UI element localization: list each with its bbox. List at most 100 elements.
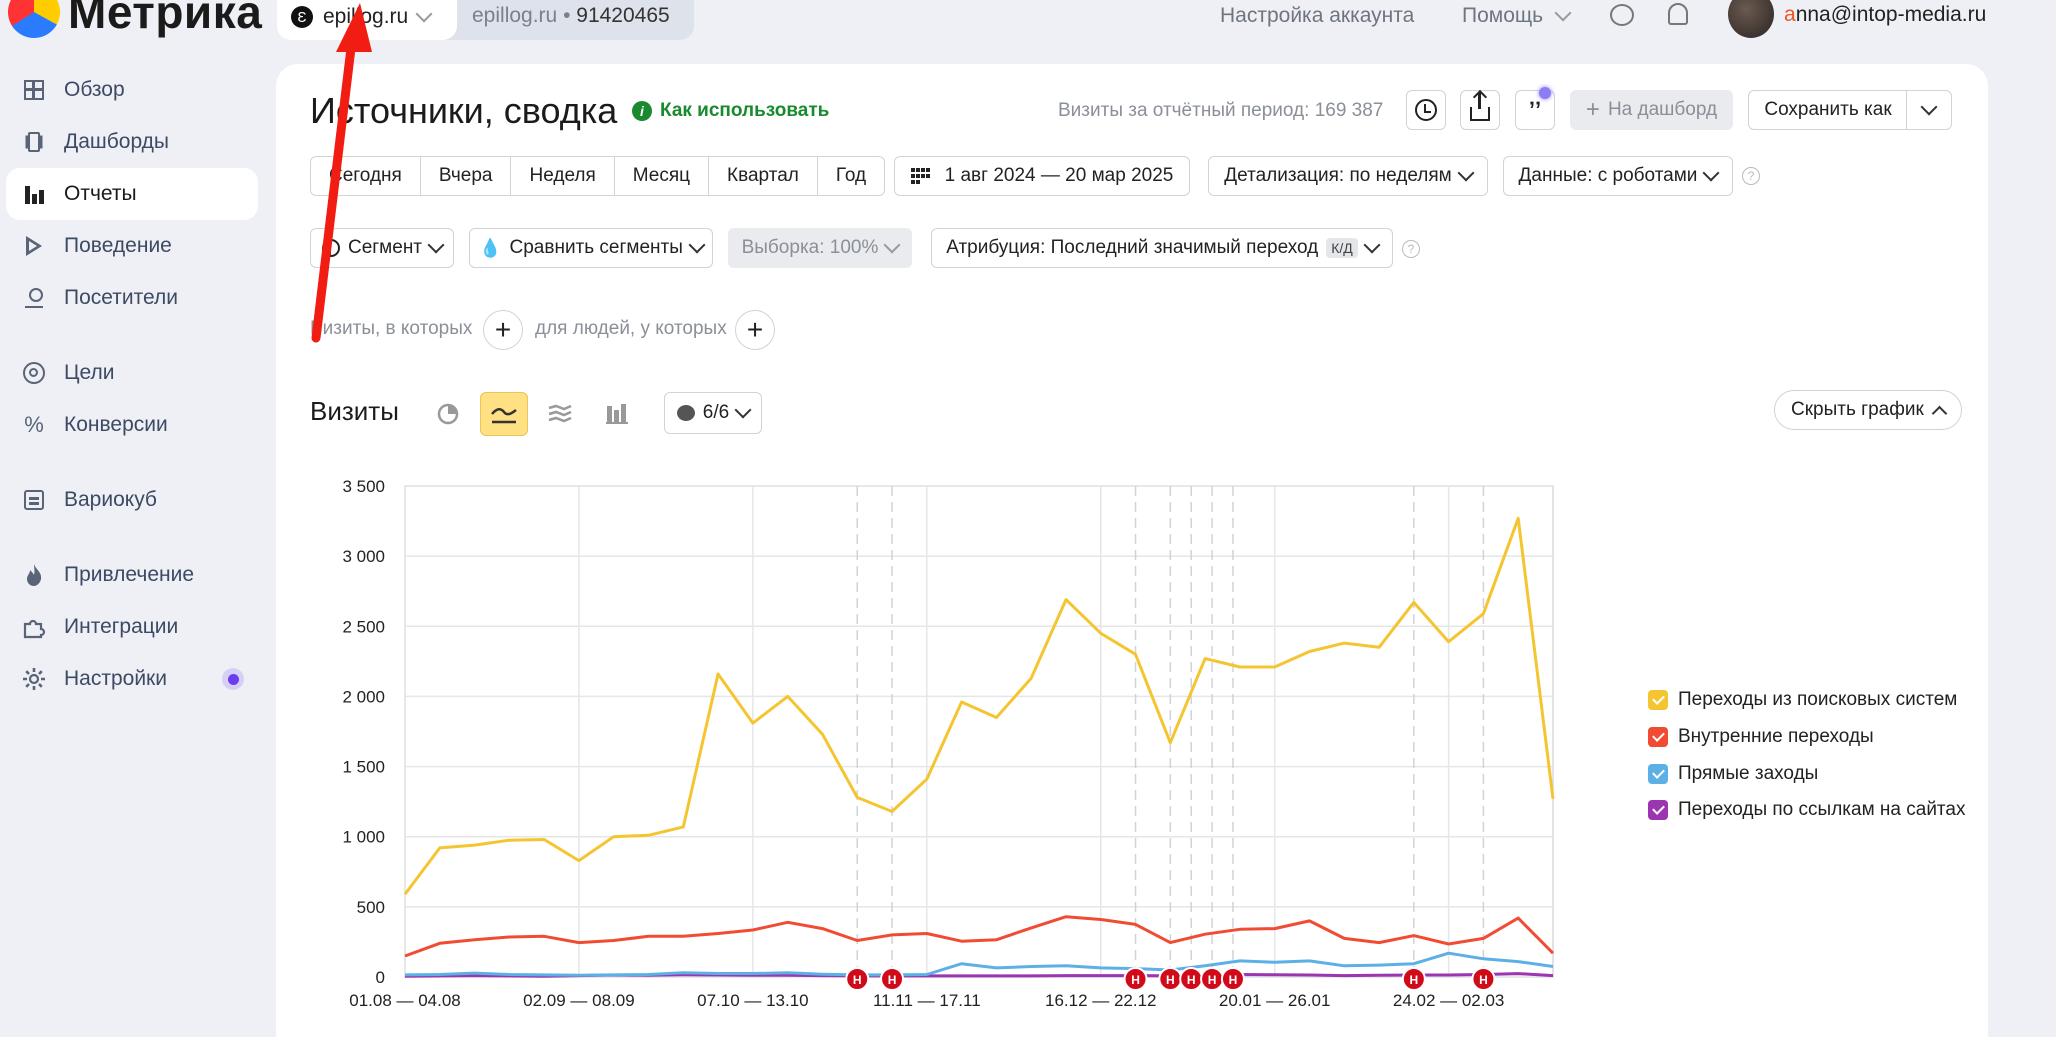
metrika-logo-icon: [8, 0, 60, 38]
sidebar-item-label: Настройки: [64, 667, 167, 690]
add-people-condition-button[interactable]: +: [735, 310, 775, 350]
sidebar-item-dashboards[interactable]: Дашборды: [6, 116, 258, 168]
account-settings-link[interactable]: Настройка аккаунта: [1220, 4, 1414, 28]
save-as-button[interactable]: Сохранить как: [1748, 90, 1908, 130]
add-to-dashboard-button[interactable]: + На дашборд: [1570, 90, 1733, 130]
bar-chart-view-button[interactable]: [593, 392, 641, 436]
sidebar-item-label: Цели: [64, 361, 115, 384]
attribution-badge: К/Д: [1326, 238, 1358, 258]
y-tick-label: 3 500: [342, 477, 385, 496]
person-icon: [25, 288, 43, 308]
period-month[interactable]: Месяц: [615, 157, 710, 195]
segment-icon: [321, 239, 340, 257]
export-button[interactable]: [1460, 90, 1500, 130]
sidebar-item-label: Дашборды: [64, 130, 169, 153]
x-tick-label: 02.09 — 08.09: [523, 991, 635, 1010]
x-tick-label: 20.01 — 26.01: [1219, 991, 1331, 1010]
legend-item-direct[interactable]: Прямые заходы: [1648, 755, 1966, 792]
sidebar-item-label: Конверсии: [64, 413, 168, 436]
legend-item-internal[interactable]: Внутренние переходы: [1648, 719, 1966, 756]
save-options-button[interactable]: [1906, 90, 1952, 130]
metrika-logo[interactable]: Метрика: [8, 0, 262, 38]
data-mode-dropdown[interactable]: Данные: с роботами: [1503, 156, 1733, 196]
series-line: [403, 516, 1555, 896]
annotation-marker-label: Н: [1166, 973, 1175, 987]
y-tick-label: 1 000: [342, 828, 385, 847]
sample-dropdown[interactable]: Выборка: 100%: [728, 228, 912, 268]
sidebar-item-conversions[interactable]: % Конверсии: [6, 399, 258, 451]
area-chart-view-button[interactable]: [536, 392, 584, 436]
checkbox-checked-icon: [1648, 763, 1668, 784]
attribution-dropdown[interactable]: Атрибуция: Последний значимый переход К/…: [931, 228, 1393, 268]
period-week[interactable]: Неделя: [511, 157, 615, 195]
user-email[interactable]: anna@intop-media.ru: [1784, 3, 1986, 27]
stacked-bar-icon: [606, 404, 628, 424]
series-line: [404, 915, 1555, 958]
period-year[interactable]: Год: [818, 157, 884, 195]
how-to-use-link[interactable]: i Как использовать: [632, 100, 829, 122]
hide-chart-button[interactable]: Скрыть график: [1774, 390, 1962, 430]
detail-label: Детализация: по неделям: [1224, 165, 1452, 186]
history-button[interactable]: [1406, 90, 1446, 130]
chevron-down-icon: [688, 236, 706, 254]
y-tick-label: 0: [376, 968, 385, 987]
avatar[interactable]: [1728, 0, 1774, 38]
sidebar-item-behavior[interactable]: Поведение: [6, 220, 258, 272]
counter-info[interactable]: epillog.ru • 91420465: [472, 4, 670, 28]
sidebar-item-reports[interactable]: Отчеты: [6, 168, 258, 220]
series-selector[interactable]: 6/6: [664, 392, 762, 434]
series-count: 6/6: [702, 402, 730, 423]
grid-icon: [24, 80, 44, 100]
site-selector[interactable]: Ɛ epillog.ru: [277, 0, 457, 40]
compare-segments-dropdown[interactable]: 💧 Сравнить сегменты: [469, 228, 713, 268]
checkbox-checked-icon: [1648, 727, 1668, 748]
sidebar-item-variocube[interactable]: Вариокуб: [6, 474, 258, 526]
sidebar-item-integrations[interactable]: Интеграции: [6, 601, 258, 653]
segment-dropdown[interactable]: Сегмент: [310, 228, 454, 268]
detail-dropdown[interactable]: Детализация: по неделям: [1208, 156, 1488, 196]
help-icon[interactable]: ?: [1742, 167, 1760, 185]
help-label: Помощь: [1462, 4, 1544, 27]
sidebar-item-settings[interactable]: Настройки: [6, 653, 258, 705]
help-icon[interactable]: ?: [1402, 240, 1420, 258]
chevron-down-icon: [734, 401, 752, 419]
chevron-down-icon: [1920, 98, 1938, 116]
ai-assistant-button[interactable]: ʼʼ: [1515, 87, 1555, 130]
line-chart-view-button[interactable]: [480, 392, 528, 436]
sidebar-item-label: Обзор: [64, 78, 125, 101]
drops-icon: 💧: [479, 237, 502, 258]
period-yesterday[interactable]: Вчера: [421, 157, 512, 195]
site-name: epillog.ru: [323, 5, 409, 28]
annotation-marker-label: Н: [1479, 973, 1488, 987]
annotation-marker-label: Н: [853, 973, 862, 987]
chat-icon[interactable]: [1610, 4, 1634, 26]
share-icon: [1470, 93, 1490, 121]
legend-item-search[interactable]: Переходы из поисковых систем: [1648, 682, 1966, 719]
line-chart-icon: [491, 408, 517, 424]
period-today[interactable]: Сегодня: [311, 157, 421, 195]
sidebar-item-acquisition[interactable]: Привлечение: [6, 549, 258, 601]
period-quarter[interactable]: Квартал: [709, 157, 818, 195]
gear-icon: [22, 667, 46, 691]
legend-label: Внутренние переходы: [1678, 726, 1874, 748]
help-menu[interactable]: Помощь: [1462, 4, 1572, 28]
sidebar-item-label: Посетители: [64, 286, 178, 309]
x-tick-label: 16.12 — 22.12: [1045, 991, 1157, 1010]
info-icon: i: [632, 101, 652, 121]
pie-chart-view-button[interactable]: [424, 392, 472, 436]
area-chart-icon: [548, 404, 572, 423]
date-range-picker[interactable]: 1 авг 2024 — 20 мар 2025: [894, 156, 1190, 196]
counter-id: 91420465: [576, 4, 670, 27]
annotation-marker-label: Н: [888, 973, 897, 987]
bell-icon[interactable]: [1668, 3, 1688, 25]
sidebar-item-overview[interactable]: Обзор: [6, 64, 258, 116]
add-to-dashboard-label: На дашборд: [1607, 99, 1718, 120]
sidebar-item-goals[interactable]: Цели: [6, 347, 258, 399]
x-tick-label: 07.10 — 13.10: [697, 991, 809, 1010]
sidebar-item-visitors[interactable]: Посетители: [6, 272, 258, 324]
add-visit-condition-button[interactable]: +: [483, 310, 523, 350]
sidebar-item-label: Вариокуб: [64, 488, 157, 511]
x-tick-label: 11.11 — 17.11: [873, 991, 981, 1010]
legend-item-links[interactable]: Переходы по ссылкам на сайтах: [1648, 792, 1966, 829]
sidebar-item-label: Привлечение: [64, 563, 195, 586]
